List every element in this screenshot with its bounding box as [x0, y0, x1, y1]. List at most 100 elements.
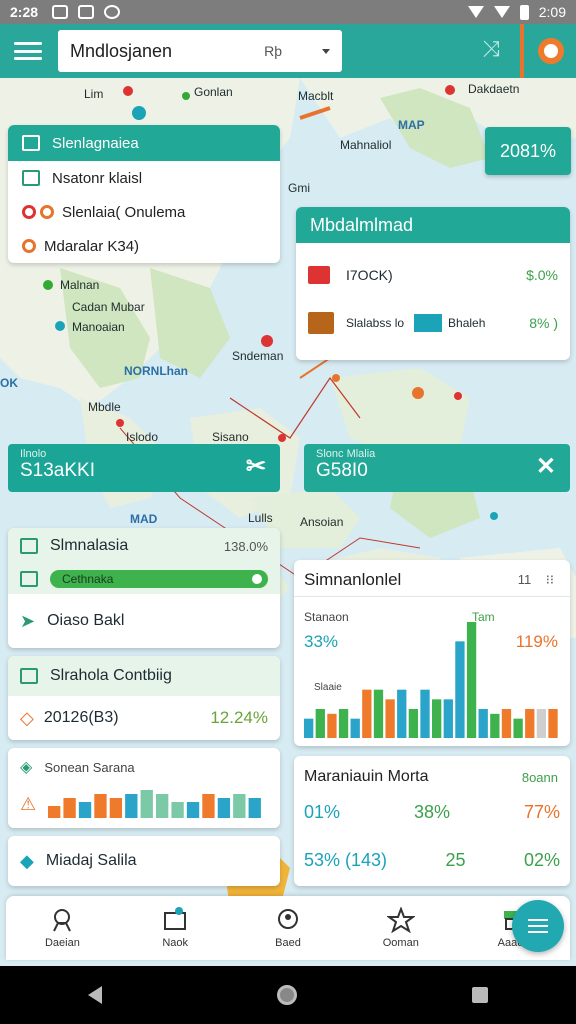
- right-summary-label: Slonc Mlalia: [316, 448, 376, 460]
- more-icon[interactable]: ⁝⁝: [546, 572, 554, 587]
- location-icon: ◆: [20, 850, 34, 871]
- sonean-card[interactable]: ◈ Sonean Sarana ⚠: [8, 748, 280, 828]
- bank-row[interactable]: ➤ Oiaso Bakl: [8, 594, 280, 648]
- chart-bar: [94, 794, 107, 818]
- menu-fab[interactable]: [512, 900, 564, 952]
- chart-ctrl-label: 11: [517, 572, 532, 587]
- chart-title: Simnanlonlel: [304, 570, 402, 589]
- market-row-label: I7OCK): [346, 267, 393, 283]
- building-icon: [22, 135, 40, 151]
- sonean-chart-row: ⚠: [8, 786, 280, 822]
- chart-bar: [315, 709, 325, 738]
- chart-bar: [217, 798, 231, 818]
- map-label: Lim: [84, 87, 104, 101]
- chart-icon: ⚠: [20, 793, 37, 814]
- market-row-value: $.0%: [526, 267, 558, 283]
- app-bar: Mndlosjanen Rþ ⤨: [0, 24, 576, 78]
- market-summary-row[interactable]: I7OCK) $.0%: [296, 251, 570, 299]
- hamburger-menu-icon[interactable]: [14, 38, 42, 64]
- region-info-row-label: Slenlaia( Onulema: [62, 203, 186, 221]
- market-summary-row[interactable]: Slalabss lo Bhaleh 8% ): [296, 299, 570, 347]
- chart-controls[interactable]: 11 ⁝⁝: [518, 572, 554, 588]
- stat-value: 01%: [304, 802, 341, 822]
- bar-chart-card[interactable]: Simnanlonlel 11 ⁝⁝ Stanaon 33% Tam 119% …: [294, 560, 570, 746]
- nav-item-daeian[interactable]: Daeian: [6, 896, 119, 960]
- gallery-icon: [78, 5, 95, 19]
- market-summary-card[interactable]: Mbdalmlmad I7OCK) $.0% Slalabss lo Bhale…: [296, 207, 570, 360]
- map-label: Sisano: [212, 430, 249, 444]
- left-summary-bar[interactable]: Ilnolo S13aKKI ✂: [8, 444, 280, 492]
- chart-bar: [513, 718, 523, 738]
- profile-icon[interactable]: [538, 38, 564, 64]
- category-chip[interactable]: Cethnaka: [50, 570, 268, 588]
- region-info-row-label: Mdaralar K34): [44, 237, 140, 255]
- nav-item-ooman[interactable]: Ooman: [344, 896, 457, 960]
- recents-icon[interactable]: [472, 987, 489, 1003]
- notification-icon: [52, 5, 69, 19]
- chart-bar: [63, 798, 76, 818]
- region-info-row-label: Nsatonr klaisl: [52, 169, 143, 187]
- miadaj-card[interactable]: ◆ Miadaj Salila: [8, 836, 280, 886]
- diamond-icon: ◈: [20, 759, 33, 776]
- stats-row: 53% (143) 25 02%: [304, 850, 560, 871]
- close-icon[interactable]: ✕: [536, 454, 556, 480]
- stat-value: 53% (143): [304, 850, 387, 871]
- contribution-card[interactable]: Slrahola Contbiig ◇ 20126(B3) 12.24%: [8, 656, 280, 740]
- system-nav-bar: [0, 966, 576, 1024]
- sonean-title: Sonean Sarana: [44, 759, 135, 775]
- status-time: 2:28: [10, 4, 39, 20]
- map-label: Gmi: [288, 181, 310, 195]
- miadaj-row[interactable]: ◆ Miadaj Salila: [8, 836, 280, 886]
- simulation-card[interactable]: Slmnalasia 138.0% Cethnaka ➤ Oiaso Bakl: [8, 528, 280, 648]
- store-icon: [308, 266, 330, 284]
- chart-bar: [397, 689, 407, 738]
- market-row-value: 8% ): [529, 315, 558, 331]
- simulation-value: 138.0%: [223, 538, 268, 554]
- sonean-header: ◈ Sonean Sarana: [8, 748, 280, 786]
- nav-item-baed[interactable]: Baed: [232, 896, 345, 960]
- location-dropdown-hint: Rþ: [264, 43, 282, 59]
- home-icon: [20, 571, 38, 587]
- category-row[interactable]: Cethnaka: [8, 564, 280, 594]
- chart-bar: [501, 709, 512, 738]
- battery-icon: [519, 4, 529, 20]
- chart-bar: [186, 802, 200, 818]
- percentage-badge[interactable]: 2081%: [485, 127, 571, 175]
- nav-label: Naok: [162, 937, 189, 949]
- tools-icon[interactable]: ✂: [246, 454, 266, 480]
- region-info-row[interactable]: Slenlaia( Onulema: [8, 195, 280, 229]
- left-summary-value: S13aKKI: [20, 460, 95, 481]
- map-label: Ansoian: [300, 515, 344, 529]
- home-icon[interactable]: [276, 985, 297, 1005]
- region-info-row[interactable]: Nsatonr klaisl: [8, 161, 280, 195]
- map-label: Cadan Mubar: [72, 300, 145, 314]
- region-info-card[interactable]: Slenlagnaiea Nsatonr klaisl Slenlaia( On…: [8, 125, 280, 263]
- chart-bar: [525, 709, 535, 738]
- right-summary-bar[interactable]: Slonc Mlalia G58I0 ✕: [304, 444, 570, 492]
- stat-value: 25: [445, 850, 466, 870]
- map-label: MAP: [398, 118, 425, 132]
- region-info-row[interactable]: Mdaralar K34): [8, 229, 280, 263]
- status-clock: 2:09: [538, 4, 566, 20]
- chart-bar: [432, 699, 442, 738]
- left-summary-label: Ilnolo: [20, 448, 47, 460]
- main-bar-chart: [304, 622, 558, 738]
- chart-bar: [78, 802, 92, 818]
- location-dropdown[interactable]: Mndlosjanen Rþ: [58, 30, 342, 72]
- contribution-value-row[interactable]: ◇ 20126(B3) 12.24%: [8, 696, 280, 740]
- nav-item-naok[interactable]: Naok: [119, 896, 232, 960]
- map-label: Dakdaetn: [468, 82, 520, 96]
- chevron-down-icon: [322, 48, 330, 54]
- back-icon[interactable]: [87, 986, 102, 1004]
- stat-value: 38%: [413, 802, 451, 822]
- chart-bar: [455, 641, 465, 738]
- share-icon[interactable]: ⤨: [476, 36, 506, 66]
- mini-bar-chart: [48, 790, 262, 818]
- market-row-mid: Bhaleh: [448, 316, 486, 330]
- miadaj-title: Miadaj Salila: [45, 852, 137, 869]
- market-summary-title: Mbdalmlmad: [310, 214, 414, 235]
- stats-card[interactable]: Maraniauin Morta 8oann 01% 38% 77% 53% (…: [294, 756, 570, 886]
- chart-bar: [156, 794, 169, 818]
- stat-value: 02%: [523, 850, 560, 870]
- region-info-title: Slenlagnaiea: [52, 134, 139, 152]
